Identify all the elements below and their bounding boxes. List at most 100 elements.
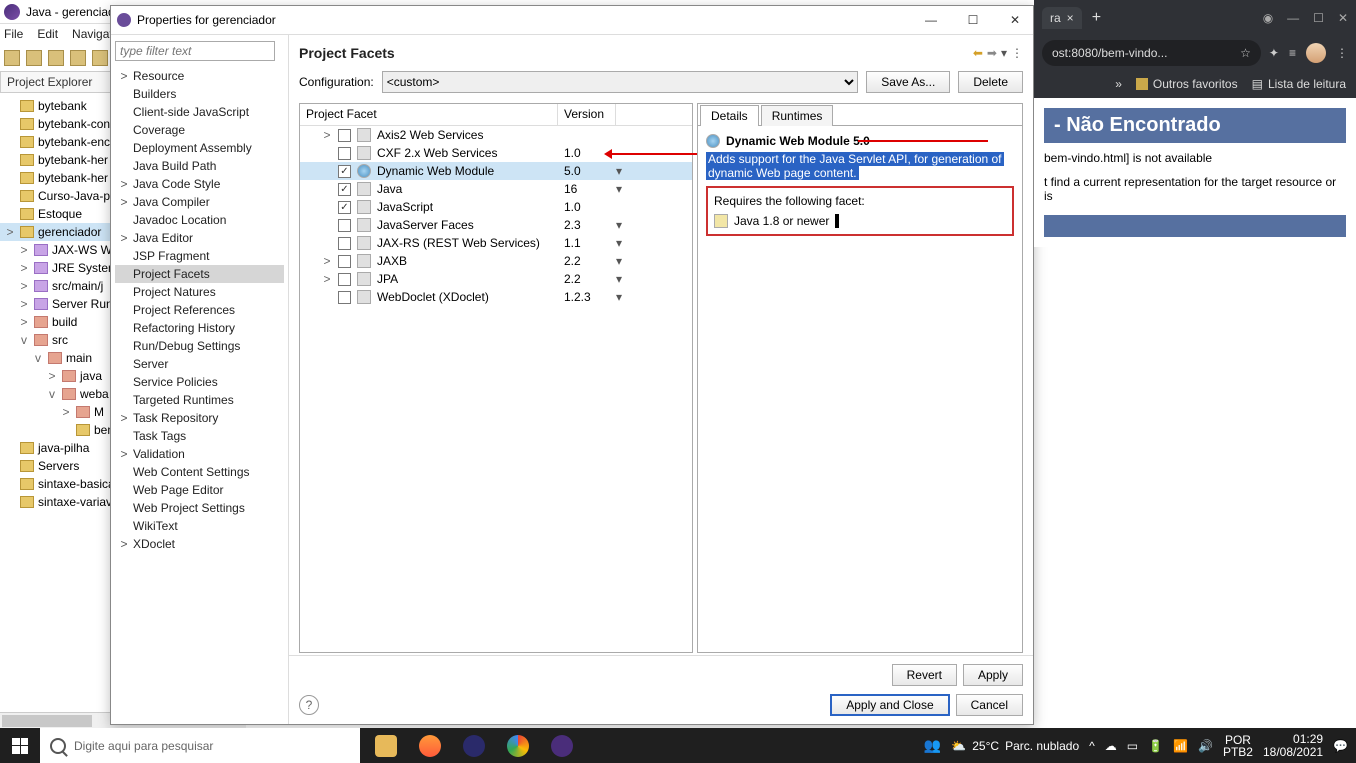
toolbar-icon[interactable]: [92, 50, 108, 66]
toolbar-icon[interactable]: [4, 50, 20, 66]
nav-item[interactable]: >XDoclet: [115, 535, 284, 553]
version-dropdown[interactable]: ▾: [616, 236, 640, 250]
taskbar-app[interactable]: [454, 728, 494, 763]
url-bar[interactable]: ost:8080/bem-vindo... ☆: [1042, 40, 1261, 66]
col-version[interactable]: Version: [558, 104, 616, 125]
nav-item[interactable]: Web Project Settings: [115, 499, 284, 517]
checkbox[interactable]: [338, 255, 351, 268]
facet-row[interactable]: >JAXB2.2▾: [300, 252, 692, 270]
help-icon[interactable]: ?: [299, 695, 319, 715]
battery-icon[interactable]: 🔋: [1148, 739, 1163, 753]
menu-file[interactable]: File: [4, 27, 23, 41]
nav-item[interactable]: >Java Compiler: [115, 193, 284, 211]
apply-and-close-button[interactable]: Apply and Close: [830, 694, 949, 716]
browser-maximize[interactable]: ☐: [1313, 11, 1324, 25]
checkbox[interactable]: [338, 129, 351, 142]
configuration-select[interactable]: <custom>: [382, 71, 859, 93]
apply-button[interactable]: Apply: [963, 664, 1023, 686]
nav-item[interactable]: Service Policies: [115, 373, 284, 391]
profile-avatar[interactable]: [1306, 43, 1326, 63]
version-dropdown[interactable]: ▾: [616, 164, 640, 178]
version-dropdown[interactable]: ▾: [616, 218, 640, 232]
nav-item[interactable]: Web Content Settings: [115, 463, 284, 481]
checkbox[interactable]: [338, 147, 351, 160]
filter-input[interactable]: [115, 41, 275, 61]
nav-item[interactable]: Task Tags: [115, 427, 284, 445]
version-dropdown[interactable]: ▾: [616, 272, 640, 286]
nav-item[interactable]: Client-side JavaScript: [115, 103, 284, 121]
nav-item[interactable]: Deployment Assembly: [115, 139, 284, 157]
version-dropdown[interactable]: ▾: [616, 290, 640, 304]
start-button[interactable]: [0, 728, 40, 763]
nav-item[interactable]: Server: [115, 355, 284, 373]
clock[interactable]: 01:29 18/08/2021: [1263, 733, 1323, 759]
playlist-icon[interactable]: ≡: [1289, 46, 1296, 60]
taskbar-app[interactable]: [410, 728, 450, 763]
back-arrow-icon[interactable]: ⬅: [973, 46, 983, 60]
taskbar-app[interactable]: [542, 728, 582, 763]
tab-close-icon[interactable]: ×: [1067, 11, 1074, 25]
minimize-button[interactable]: —: [919, 13, 943, 27]
language-indicator[interactable]: POR PTB2: [1223, 734, 1253, 758]
browser-close[interactable]: ✕: [1338, 11, 1348, 25]
maximize-button[interactable]: ☐: [961, 13, 985, 27]
browser-tab[interactable]: ra ×: [1042, 7, 1082, 29]
incognito-icon[interactable]: ◉: [1263, 11, 1273, 25]
more-bookmarks[interactable]: »: [1115, 77, 1122, 91]
nav-item[interactable]: Builders: [115, 85, 284, 103]
facet-row[interactable]: >JPA2.2▾: [300, 270, 692, 288]
nav-item[interactable]: >Validation: [115, 445, 284, 463]
facet-row[interactable]: ✓Dynamic Web Module5.0▾: [300, 162, 692, 180]
delete-button[interactable]: Delete: [958, 71, 1023, 93]
facet-row[interactable]: ✓Java16▾: [300, 180, 692, 198]
save-as-button[interactable]: Save As...: [866, 71, 950, 93]
nav-item[interactable]: >Java Code Style: [115, 175, 284, 193]
menu-navigate[interactable]: Navigat: [72, 27, 113, 41]
star-icon[interactable]: ☆: [1240, 46, 1251, 60]
nav-item[interactable]: >Task Repository: [115, 409, 284, 427]
tab-details[interactable]: Details: [700, 105, 759, 126]
revert-button[interactable]: Revert: [892, 664, 957, 686]
nav-item[interactable]: Javadoc Location: [115, 211, 284, 229]
nav-item[interactable]: JSP Fragment: [115, 247, 284, 265]
col-project-facet[interactable]: Project Facet: [300, 104, 558, 125]
facet-row[interactable]: WebDoclet (XDoclet)1.2.3▾: [300, 288, 692, 306]
nav-item[interactable]: Run/Debug Settings: [115, 337, 284, 355]
nav-item[interactable]: Project Natures: [115, 283, 284, 301]
notifications-icon[interactable]: 💬: [1333, 739, 1348, 753]
nav-item[interactable]: Coverage: [115, 121, 284, 139]
facet-row[interactable]: >Axis2 Web Services: [300, 126, 692, 144]
toolbar-icon[interactable]: [48, 50, 64, 66]
checkbox[interactable]: ✓: [338, 201, 351, 214]
nav-item[interactable]: >Java Editor: [115, 229, 284, 247]
taskbar-app[interactable]: [366, 728, 406, 763]
checkbox[interactable]: [338, 291, 351, 304]
facet-row[interactable]: ✓JavaScript1.0: [300, 198, 692, 216]
volume-icon[interactable]: 🔊: [1198, 739, 1213, 753]
nav-item[interactable]: Targeted Runtimes: [115, 391, 284, 409]
menu-edit[interactable]: Edit: [37, 27, 58, 41]
checkbox[interactable]: ✓: [338, 183, 351, 196]
toolbar-icon[interactable]: [70, 50, 86, 66]
forward-arrow-icon[interactable]: ➡: [987, 46, 997, 60]
cancel-button[interactable]: Cancel: [956, 694, 1023, 716]
menu-icon[interactable]: ⋮: [1011, 46, 1023, 60]
people-icon[interactable]: 👥: [924, 737, 941, 754]
checkbox[interactable]: [338, 219, 351, 232]
wifi-icon[interactable]: 📶: [1173, 739, 1188, 753]
nav-item[interactable]: WikiText: [115, 517, 284, 535]
facet-row[interactable]: JAX-RS (REST Web Services)1.1▾: [300, 234, 692, 252]
extensions-icon[interactable]: ✦: [1269, 46, 1279, 60]
weather-widget[interactable]: ⛅ 25°C Parc. nublado: [951, 739, 1079, 753]
new-tab-button[interactable]: +: [1092, 9, 1101, 27]
checkbox[interactable]: [338, 237, 351, 250]
close-button[interactable]: ✕: [1003, 13, 1027, 27]
tray-icon[interactable]: ▭: [1127, 739, 1138, 753]
taskbar-search[interactable]: Digite aqui para pesquisar: [40, 728, 360, 763]
nav-item[interactable]: Java Build Path: [115, 157, 284, 175]
checkbox[interactable]: ✓: [338, 165, 351, 178]
reading-list[interactable]: ▤Lista de leitura: [1252, 77, 1346, 91]
onedrive-icon[interactable]: ☁: [1105, 739, 1117, 753]
tab-runtimes[interactable]: Runtimes: [761, 105, 834, 126]
bookmark-folder[interactable]: Outros favoritos: [1136, 77, 1238, 91]
